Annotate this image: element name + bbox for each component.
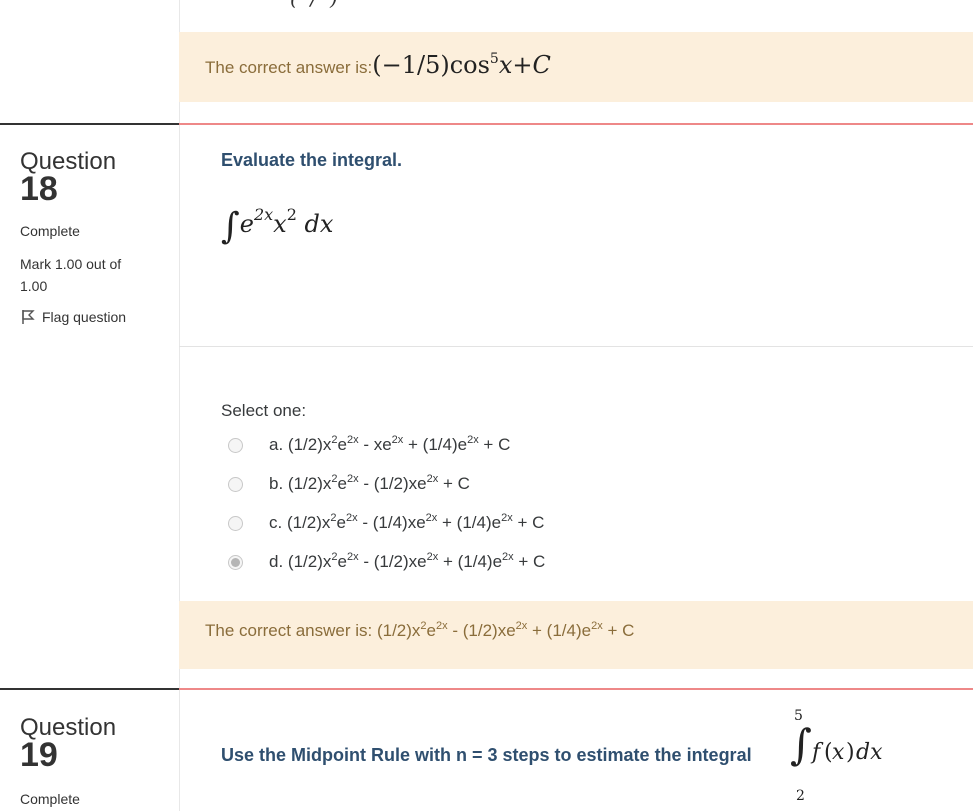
expression-part: + (1/4)e bbox=[527, 621, 592, 640]
expression-part: + C bbox=[438, 474, 470, 493]
prev-feedback-answer: (−1/5)cos5x+C bbox=[372, 51, 551, 79]
flag-question-label: Flag question bbox=[42, 309, 127, 325]
expression-part: - (1/2)xe bbox=[447, 621, 516, 640]
exponent: 2x bbox=[391, 434, 404, 446]
q18-left-rule bbox=[0, 123, 179, 125]
expression-part: (1/2)x bbox=[287, 474, 332, 493]
exponent: 2x bbox=[346, 434, 359, 446]
q18-flag-question[interactable]: Flag question bbox=[20, 309, 126, 325]
option-letter: a. bbox=[269, 435, 288, 454]
exponent: 2x bbox=[426, 473, 439, 485]
radio-button[interactable] bbox=[228, 437, 243, 453]
option-label: c. (1/2)x2e2x - (1/4)xe2x + (1/4)e2x + C bbox=[269, 513, 544, 533]
expression-part: - (1/2)xe bbox=[358, 474, 427, 493]
radio-button[interactable] bbox=[228, 515, 243, 531]
exponent: 2x bbox=[346, 551, 359, 563]
expression-part: - (1/4)xe bbox=[357, 513, 426, 532]
expression-part: (1/2)x bbox=[287, 552, 332, 571]
answer-option[interactable]: a. (1/2)x2e2x - xe2x + (1/4)e2x + C bbox=[228, 430, 510, 460]
exponent: 2x bbox=[515, 620, 528, 632]
expression-part: - (1/2)xe bbox=[358, 552, 427, 571]
radio-button[interactable] bbox=[228, 554, 243, 570]
q18-right-rule bbox=[179, 123, 973, 125]
exponent: 2x bbox=[346, 473, 359, 485]
answer-option[interactable]: b. (1/2)x2e2x - (1/2)xe2x + C bbox=[228, 469, 470, 499]
exponent: 2x bbox=[436, 620, 448, 632]
q18-feedback-text: The correct answer is: (1/2)x2e2x - (1/2… bbox=[205, 621, 634, 641]
q19-prompt: Use the Midpoint Rule with n = 3 steps t… bbox=[221, 745, 752, 765]
expression-part: + (1/4)e bbox=[403, 435, 468, 454]
option-letter: d. bbox=[269, 552, 288, 571]
q19-number: 19 bbox=[20, 736, 58, 774]
expression-part: + C bbox=[513, 552, 546, 571]
expression-part: + (1/4)e bbox=[437, 513, 502, 532]
expression-part: e bbox=[337, 474, 347, 493]
q19-lower-limit: 2 bbox=[796, 788, 805, 804]
q18-prompt: Evaluate the integral. bbox=[221, 150, 403, 170]
q18-feedback-box: The correct answer is: (1/2)x2e2x - (1/2… bbox=[179, 601, 973, 669]
exponent: 2x bbox=[346, 512, 358, 524]
expression-part: + (1/4)e bbox=[438, 552, 503, 571]
feedback-prefix: The correct answer is: bbox=[205, 621, 377, 640]
expression-part: (1/2)x bbox=[286, 513, 331, 532]
expression-part: e bbox=[426, 621, 437, 640]
q18-select-one-label: Select one: bbox=[221, 401, 307, 420]
option-label: b. (1/2)x2e2x - (1/2)xe2x + C bbox=[269, 474, 470, 494]
prev-question-clipped-text: ( / ) bbox=[290, 0, 338, 10]
q18-status: Complete bbox=[20, 223, 80, 239]
expression-part: (1/2)x bbox=[376, 621, 421, 640]
q19-integral-expression: 5 ∫ f ( x ) dx 2 bbox=[790, 708, 883, 804]
exponent: 2x bbox=[591, 620, 603, 632]
radio-button[interactable] bbox=[228, 476, 243, 492]
expression-part: + C bbox=[478, 435, 511, 454]
answer-option[interactable]: d. (1/2)x2e2x - (1/2)xe2x + (1/4)e2x + C bbox=[228, 547, 545, 577]
expression-part: (1/2)x bbox=[287, 435, 332, 454]
q19-status: Complete bbox=[20, 791, 80, 807]
option-label: a. (1/2)x2e2x - xe2x + (1/4)e2x + C bbox=[269, 435, 510, 455]
exponent: 2x bbox=[467, 434, 479, 446]
q18-number: 18 bbox=[20, 170, 58, 208]
option-letter: c. bbox=[269, 513, 287, 532]
expression-part: e bbox=[337, 435, 347, 454]
prev-feedback-box: The correct answer is:(−1/5)cos5x+C bbox=[179, 32, 973, 102]
expression-part: + C bbox=[512, 513, 545, 532]
option-label: d. (1/2)x2e2x - (1/2)xe2x + (1/4)e2x + C bbox=[269, 552, 545, 572]
q19-right-rule bbox=[179, 688, 973, 690]
expression-part: - xe bbox=[358, 435, 392, 454]
flag-icon bbox=[22, 310, 35, 324]
prev-feedback-prefix: The correct answer is: bbox=[205, 58, 373, 77]
option-letter: b. bbox=[269, 474, 288, 493]
q18-section-divider bbox=[179, 346, 973, 347]
expression-part: e bbox=[337, 552, 347, 571]
q18-integral-expression: ∫e2xx2 dx bbox=[221, 205, 334, 247]
exponent: 2x bbox=[501, 512, 513, 524]
expression-part: e bbox=[336, 513, 347, 532]
q19-left-rule bbox=[0, 688, 179, 690]
expression-part: + C bbox=[602, 621, 635, 640]
q18-mark-line2: 1.00 bbox=[20, 278, 48, 294]
answer-option[interactable]: c. (1/2)x2e2x - (1/4)xe2x + (1/4)e2x + C bbox=[228, 508, 544, 538]
exponent: 2x bbox=[502, 551, 514, 563]
q18-mark-line1: Mark 1.00 out of bbox=[20, 256, 122, 272]
exponent: 2x bbox=[425, 512, 438, 524]
exponent: 2x bbox=[426, 551, 439, 563]
radio-dot bbox=[231, 557, 240, 567]
